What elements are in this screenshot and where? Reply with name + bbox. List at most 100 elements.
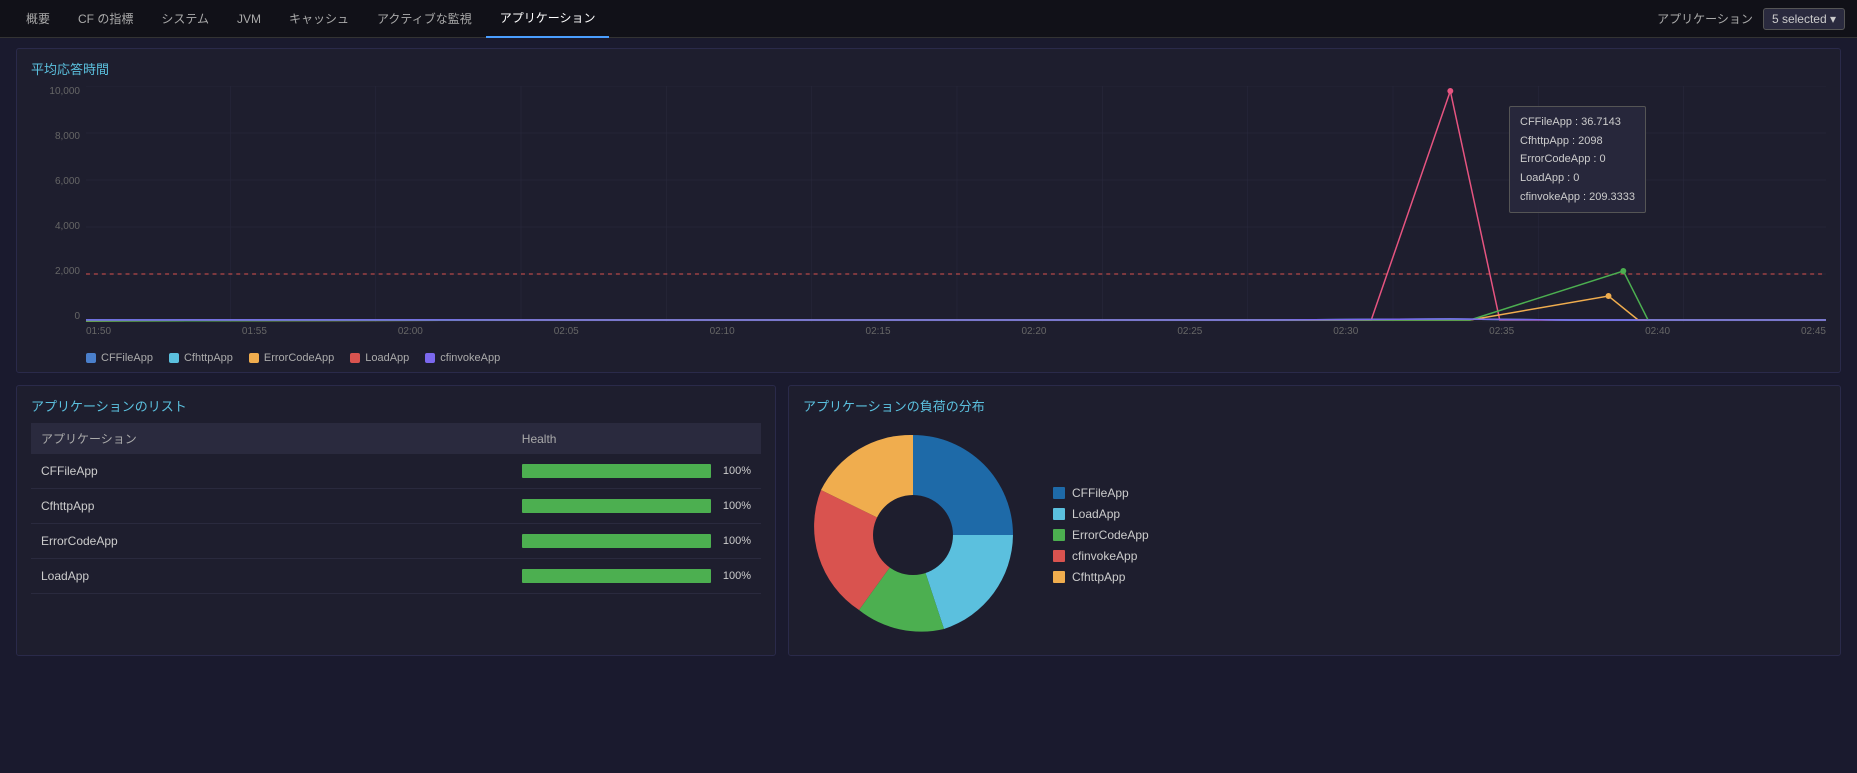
pie-legend-cfhttpapp2: CfhttpApp	[1053, 570, 1149, 584]
app-list-title: アプリケーションのリスト	[31, 396, 761, 415]
x-label-5: 02:15	[866, 326, 891, 337]
pie-dot-cfinvokeapp	[1053, 550, 1065, 562]
health-bar-wrap: 100%	[522, 569, 751, 583]
pie-legend-loadapp: LoadApp	[1053, 507, 1149, 521]
health-bar-fill	[522, 569, 711, 583]
pie-label-cffileapp: CFFileApp	[1072, 486, 1129, 500]
table-row[interactable]: CfhttpApp 100%	[31, 489, 761, 524]
health-bar-wrap: 100%	[522, 534, 751, 548]
pie-label-errorcodeapp: ErrorCodeApp	[1072, 528, 1149, 542]
legend-label-cffileapp: CFFileApp	[101, 352, 153, 364]
chart-legend: CFFileApp CfhttpApp ErrorCodeApp LoadApp…	[86, 352, 1826, 364]
health-cell: 100%	[512, 559, 761, 594]
dropdown-label: 5 selected ▾	[1772, 12, 1836, 26]
health-bar-bg	[522, 499, 711, 513]
main-content: 平均応答時間 10,000 8,000 6,000 4,000 2,000 0	[0, 38, 1857, 666]
pie-dot-errorcodeapp	[1053, 529, 1065, 541]
legend-label-errorcodeapp: ErrorCodeApp	[264, 352, 334, 364]
nav-item-system[interactable]: システム	[147, 0, 223, 38]
x-label-7: 02:25	[1177, 326, 1202, 337]
nav-item-jvm[interactable]: JVM	[223, 0, 275, 38]
table-row[interactable]: LoadApp 100%	[31, 559, 761, 594]
nav-item-overview[interactable]: 概要	[12, 0, 64, 38]
y-label-1: 8,000	[55, 131, 80, 142]
y-axis: 10,000 8,000 6,000 4,000 2,000 0	[31, 86, 86, 322]
health-cell: 100%	[512, 524, 761, 559]
legend-label-cfinvokeapp: cfinvokeApp	[440, 352, 500, 364]
nav-item-applications[interactable]: アプリケーション	[486, 0, 610, 38]
nav-right-label: アプリケーション	[1657, 10, 1753, 27]
legend-errorcodeapp: ErrorCodeApp	[249, 352, 334, 364]
health-bar-fill	[522, 534, 711, 548]
x-label-10: 02:40	[1645, 326, 1670, 337]
table-row[interactable]: CFFileApp 100%	[31, 454, 761, 489]
avg-response-title: 平均応答時間	[31, 59, 1826, 78]
health-pct: 100%	[719, 535, 751, 547]
x-label-2: 02:00	[398, 326, 423, 337]
x-label-0: 01:50	[86, 326, 111, 337]
app-name-cell: CfhttpApp	[31, 489, 512, 524]
app-table: アプリケーション Health CFFileApp 100% CfhttpApp…	[31, 423, 761, 594]
app-selector-dropdown[interactable]: 5 selected ▾	[1763, 8, 1845, 30]
legend-label-cfhttpapp: CfhttpApp	[184, 352, 233, 364]
legend-dot-cfhttpapp	[169, 353, 179, 363]
app-name-cell: LoadApp	[31, 559, 512, 594]
chart-drawing-area: CFFileApp : 36.7143 CfhttpApp : 2098 Err…	[86, 86, 1826, 322]
y-label-2: 6,000	[55, 176, 80, 187]
x-label-3: 02:05	[554, 326, 579, 337]
x-label-9: 02:35	[1489, 326, 1514, 337]
load-dist-panel: アプリケーションの負荷の分布	[788, 385, 1841, 656]
y-label-4: 2,000	[55, 266, 80, 277]
legend-dot-errorcodeapp	[249, 353, 259, 363]
health-pct: 100%	[719, 570, 751, 582]
x-label-4: 02:10	[710, 326, 735, 337]
legend-dot-cfinvokeapp	[425, 353, 435, 363]
legend-dot-loadapp	[350, 353, 360, 363]
pie-legend-cfinvokeapp: cfinvokeApp	[1053, 549, 1149, 563]
app-name-cell: ErrorCodeApp	[31, 524, 512, 559]
health-bar-wrap: 100%	[522, 499, 751, 513]
nav-bar: 概要 CF の指標 システム JVM キャッシュ アクティブな監視 アプリケーシ…	[0, 0, 1857, 38]
x-label-1: 01:55	[242, 326, 267, 337]
table-row[interactable]: ErrorCodeApp 100%	[31, 524, 761, 559]
bottom-row: アプリケーションのリスト アプリケーション Health CFFileApp 1…	[16, 385, 1841, 656]
x-label-11: 02:45	[1801, 326, 1826, 337]
pie-chart-svg	[803, 425, 1023, 645]
y-label-3: 4,000	[55, 221, 80, 232]
pie-section: CFFileApp LoadApp ErrorCodeApp cfinvokeA…	[803, 425, 1826, 645]
pie-label-cfhttpapp2: CfhttpApp	[1072, 570, 1125, 584]
health-bar-bg	[522, 569, 711, 583]
col-header-app: アプリケーション	[31, 423, 512, 454]
y-label-0: 10,000	[49, 86, 80, 97]
legend-cfhttpapp: CfhttpApp	[169, 352, 233, 364]
pie-dot-cfhttpapp2	[1053, 571, 1065, 583]
y-label-5: 0	[74, 311, 80, 322]
health-bar-fill	[522, 499, 711, 513]
legend-cffileapp: CFFileApp	[86, 352, 153, 364]
health-bar-bg	[522, 464, 711, 478]
pie-legend: CFFileApp LoadApp ErrorCodeApp cfinvokeA…	[1053, 486, 1149, 584]
health-bar-fill	[522, 464, 711, 478]
health-bar-bg	[522, 534, 711, 548]
app-list-panel: アプリケーションのリスト アプリケーション Health CFFileApp 1…	[16, 385, 776, 656]
pie-label-loadapp: LoadApp	[1072, 507, 1120, 521]
legend-dot-cffileapp	[86, 353, 96, 363]
nav-right-section: アプリケーション 5 selected ▾	[1657, 8, 1845, 30]
legend-cfinvokeapp: cfinvokeApp	[425, 352, 500, 364]
health-cell: 100%	[512, 489, 761, 524]
pie-legend-errorcodeapp: ErrorCodeApp	[1053, 528, 1149, 542]
pie-label-cfinvokeapp: cfinvokeApp	[1072, 549, 1137, 563]
health-cell: 100%	[512, 454, 761, 489]
nav-item-cache[interactable]: キャッシュ	[275, 0, 363, 38]
pie-dot-cffileapp	[1053, 487, 1065, 499]
x-axis: 01:50 01:55 02:00 02:05 02:10 02:15 02:2…	[86, 322, 1826, 346]
legend-loadapp: LoadApp	[350, 352, 409, 364]
nav-item-active-monitoring[interactable]: アクティブな監視	[363, 0, 486, 38]
pie-legend-cffileapp: CFFileApp	[1053, 486, 1149, 500]
pie-dot-loadapp	[1053, 508, 1065, 520]
x-label-8: 02:30	[1333, 326, 1358, 337]
health-bar-wrap: 100%	[522, 464, 751, 478]
load-dist-title: アプリケーションの負荷の分布	[803, 396, 1826, 415]
avg-response-time-section: 平均応答時間 10,000 8,000 6,000 4,000 2,000 0	[16, 48, 1841, 373]
nav-item-cf-metrics[interactable]: CF の指標	[64, 0, 147, 38]
